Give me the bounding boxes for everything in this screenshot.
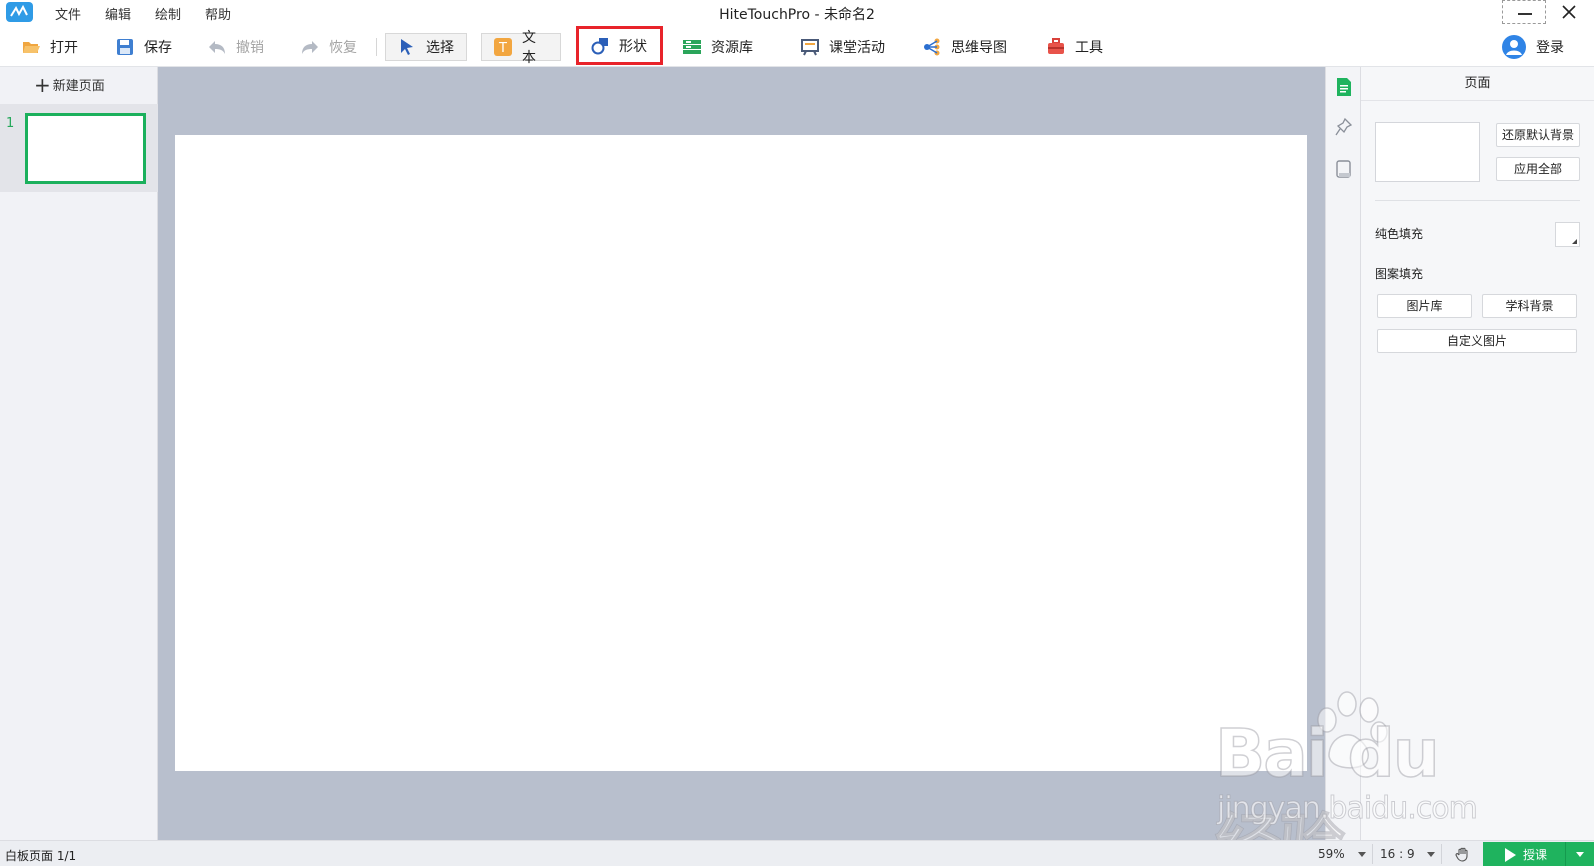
redo-arrow-icon (301, 38, 319, 56)
library-icon (683, 38, 701, 56)
background-preview (1375, 122, 1480, 182)
mindmap-button[interactable]: 思维导图 (923, 33, 1007, 61)
solid-fill-label: 纯色填充 (1375, 227, 1424, 241)
app-window: 文件 编辑 绘制 帮助 HiteTouchPro - 未命名2 打开 保存 撤销… (0, 0, 1594, 866)
text-tool-button[interactable]: T 文本 (481, 30, 561, 66)
login-button[interactable]: 登录 (1502, 33, 1564, 61)
close-button[interactable] (1547, 0, 1591, 24)
book-tab[interactable] (1335, 159, 1353, 179)
animation-tab[interactable] (1335, 117, 1353, 137)
restore-default-bg-button[interactable]: 还原默认背景 (1496, 123, 1580, 147)
toolbox-icon (1047, 38, 1065, 56)
chevron-down-icon[interactable] (1576, 852, 1584, 857)
play-icon (1505, 847, 1516, 862)
main-toolbar: 打开 保存 撤销 恢复 选择 T 文本 形状 资源库 课堂活动 思维导图 工具 … (0, 26, 1594, 67)
cursor-icon (398, 38, 416, 56)
title-bar: 文件 编辑 绘制 帮助 HiteTouchPro - 未命名2 (0, 0, 1594, 25)
status-divider (1372, 844, 1373, 864)
folder-icon (22, 38, 40, 56)
redo-label: 恢复 (329, 40, 357, 56)
properties-rail (1325, 67, 1361, 840)
pin-icon (1335, 117, 1353, 136)
open-label: 打开 (50, 40, 78, 56)
page-info: 白板页面 1/1 (5, 849, 77, 863)
page-properties-tab[interactable] (1335, 77, 1353, 97)
shape-icon (591, 37, 609, 55)
shape-tool-button[interactable]: 形状 (576, 26, 663, 65)
close-icon (1562, 5, 1576, 19)
chevron-down-icon (1427, 852, 1435, 857)
menu-help[interactable]: 帮助 (205, 4, 231, 23)
whiteboard-page[interactable] (175, 135, 1307, 771)
menu-edit[interactable]: 编辑 (105, 4, 131, 23)
svg-text:T: T (498, 41, 507, 56)
status-divider (1441, 844, 1442, 864)
page-properties-panel: 页面 还原默认背景 应用全部 纯色填充 图案填充 图片库 学科背景 自定义图片 (1361, 67, 1594, 840)
mindmap-label: 思维导图 (951, 40, 1007, 56)
status-bar: 白板页面 1/1 59% 16 : 9 授课 (0, 840, 1594, 866)
floppy-icon (116, 38, 134, 56)
class-activity-button[interactable]: 课堂活动 (801, 33, 885, 61)
undo-label: 撤销 (236, 40, 264, 56)
save-button[interactable]: 保存 (116, 33, 172, 61)
hand-icon[interactable] (1455, 846, 1471, 862)
properties-divider (1375, 200, 1580, 201)
solid-fill-color-picker[interactable] (1555, 222, 1580, 247)
resources-button[interactable]: 资源库 (683, 33, 753, 61)
hitetouch-logo-icon (6, 2, 33, 22)
chevron-down-icon (1358, 852, 1366, 857)
custom-image-button[interactable]: 自定义图片 (1377, 329, 1577, 353)
pattern-fill-label: 图案填充 (1375, 267, 1424, 281)
user-avatar-icon (1502, 35, 1526, 59)
pages-panel: + 新建页面 1 (0, 67, 158, 840)
book-icon (1336, 160, 1351, 178)
text-t-icon: T (494, 38, 512, 56)
image-library-button[interactable]: 图片库 (1377, 294, 1472, 318)
page-document-icon (1337, 78, 1351, 96)
present-button[interactable]: 授课 (1483, 842, 1594, 866)
text-label: 文本 (522, 30, 536, 66)
toolbar-divider (376, 38, 377, 56)
aspect-ratio-select[interactable]: 16 : 9 (1380, 847, 1415, 861)
new-page-button[interactable]: + 新建页面 (34, 72, 105, 97)
easel-icon (801, 38, 819, 56)
present-split-divider (1565, 842, 1566, 866)
subject-background-button[interactable]: 学科背景 (1482, 294, 1577, 318)
page-thumbnail[interactable] (25, 113, 146, 184)
new-page-label: 新建页面 (52, 79, 105, 94)
class-activity-label: 课堂活动 (829, 40, 885, 56)
menu-file[interactable]: 文件 (55, 4, 81, 23)
zoom-select[interactable]: 59% (1318, 847, 1345, 861)
apply-all-button[interactable]: 应用全部 (1496, 157, 1580, 181)
menu-draw[interactable]: 绘制 (155, 4, 181, 23)
page-thumbnail-item[interactable]: 1 (0, 104, 158, 192)
undo-arrow-icon (208, 38, 226, 56)
page-number: 1 (6, 116, 15, 131)
select-label: 选择 (426, 40, 454, 56)
properties-title: 页面 (1361, 67, 1594, 101)
mindmap-icon (923, 38, 941, 56)
redo-button[interactable]: 恢复 (301, 33, 357, 61)
open-button[interactable]: 打开 (22, 33, 78, 61)
save-label: 保存 (144, 40, 172, 56)
resources-label: 资源库 (711, 40, 753, 56)
canvas-area (158, 67, 1325, 840)
select-tool-button[interactable]: 选择 (385, 33, 467, 61)
tools-label: 工具 (1075, 40, 1103, 56)
minimize-button[interactable] (1502, 0, 1546, 24)
undo-button[interactable]: 撤销 (208, 33, 264, 61)
tools-button[interactable]: 工具 (1047, 33, 1103, 61)
present-label: 授课 (1523, 848, 1548, 862)
shape-label: 形状 (619, 38, 647, 55)
login-label: 登录 (1536, 40, 1564, 56)
plus-icon: + (34, 72, 51, 97)
window-title: HiteTouchPro - 未命名2 (719, 7, 875, 23)
